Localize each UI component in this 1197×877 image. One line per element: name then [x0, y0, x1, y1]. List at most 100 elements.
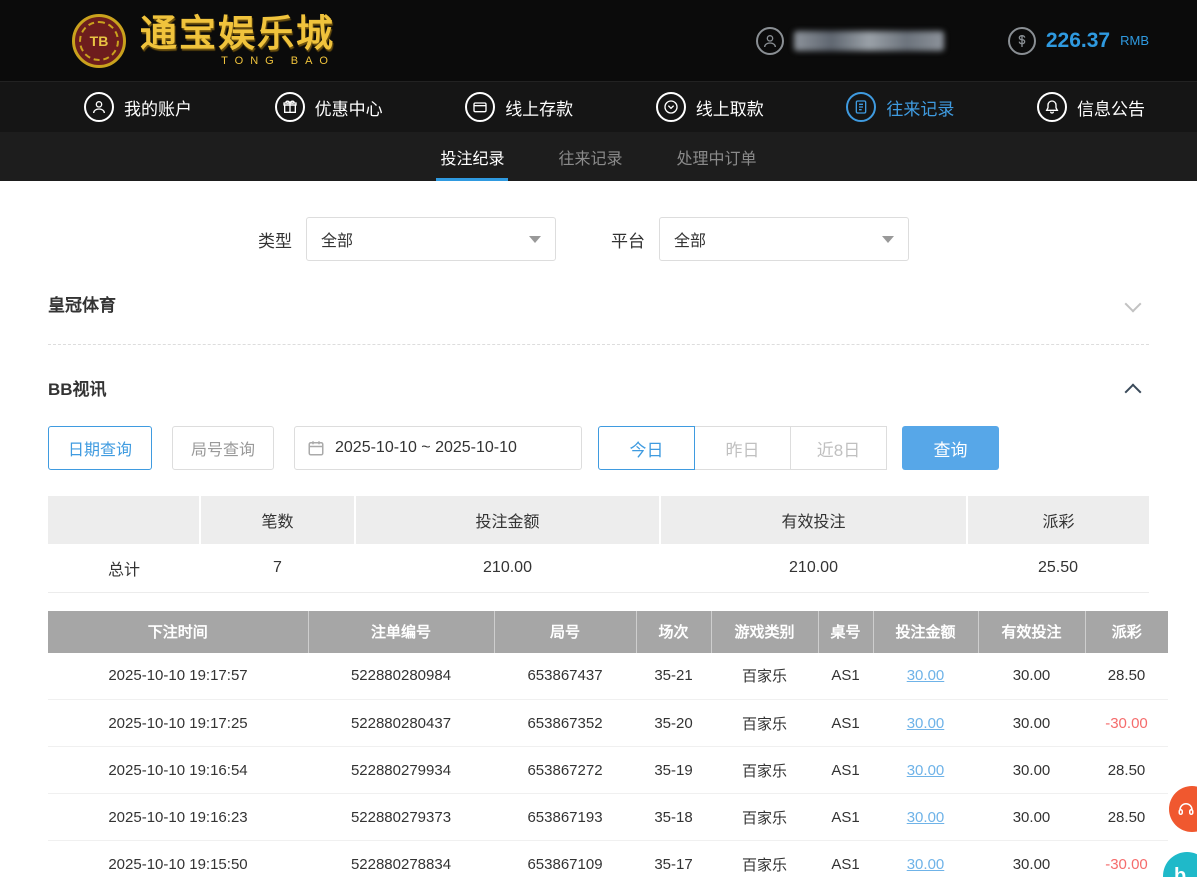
- search-button[interactable]: 查询: [902, 426, 999, 470]
- tab-betting-records[interactable]: 投注纪录: [436, 132, 509, 181]
- today-button[interactable]: 今日: [598, 426, 695, 470]
- section-crown-sports[interactable]: 皇冠体育: [48, 261, 1149, 345]
- table-cell: 2025-10-10 19:16:54: [48, 746, 308, 794]
- bet-amount-link[interactable]: 30.00: [907, 762, 945, 779]
- calendar-icon: [308, 441, 324, 456]
- total-valid-bet: 210.00: [660, 544, 967, 593]
- section-title: 皇冠体育: [48, 296, 116, 315]
- table-row: 2025-10-10 19:17:25 522880280437 653867352…: [48, 699, 1168, 747]
- table-cell: 30.00: [978, 746, 1085, 794]
- yesterday-button[interactable]: 昨日: [694, 426, 791, 470]
- chevron-down-icon: [882, 235, 894, 243]
- summary-table: 笔数 投注金额 有效投注 派彩 总计 7 210.00 210.00 25.50: [48, 496, 1149, 593]
- main-content: 类型 全部 平台 全部 皇冠体育 BB视讯 日期查询 局号查询 2025-10-…: [0, 217, 1197, 877]
- summary-header-row: 笔数 投注金额 有效投注 派彩: [48, 496, 1149, 544]
- platform-select-value: 全部: [674, 233, 707, 250]
- table-cell: 28.50: [1085, 652, 1168, 700]
- date-query-button[interactable]: 日期查询: [48, 426, 152, 470]
- type-select[interactable]: 全部: [306, 217, 556, 261]
- table-row: 2025-10-10 19:16:54 522880279934 653867272…: [48, 746, 1168, 794]
- table-cell: 2025-10-10 19:16:23: [48, 793, 308, 841]
- tab-processing-orders[interactable]: 处理中订单: [673, 132, 761, 181]
- column-header: 笔数: [200, 496, 356, 544]
- topbar-right: 226.37 RMB: [755, 26, 1149, 55]
- bet-amount-cell[interactable]: 30.00: [873, 840, 978, 877]
- balance-block[interactable]: 226.37 RMB: [1007, 26, 1149, 55]
- nav-item-announcements[interactable]: 信息公告: [1036, 92, 1145, 122]
- tab-transaction-records[interactable]: 往来记录: [554, 132, 626, 181]
- table-cell: 653867437: [494, 652, 636, 700]
- table-cell: 522880279934: [308, 746, 494, 794]
- date-range-input[interactable]: 2025-10-10 ~ 2025-10-10: [294, 426, 582, 470]
- bet-amount-cell[interactable]: 30.00: [873, 746, 978, 794]
- type-label: 类型: [258, 231, 292, 251]
- chip-label: TB: [89, 32, 109, 49]
- date-range-value: 2025-10-10 ~ 2025-10-10: [335, 439, 517, 456]
- nav-item-account[interactable]: 我的账户: [84, 92, 192, 122]
- total-count: 7: [200, 544, 355, 593]
- chevron-up-icon[interactable]: [1124, 383, 1142, 400]
- table-cell: 30.00: [978, 652, 1085, 700]
- round-query-button[interactable]: 局号查询: [172, 426, 274, 470]
- bet-amount-link[interactable]: 30.00: [907, 856, 945, 873]
- user-block[interactable]: [755, 26, 944, 55]
- chevron-down-icon[interactable]: [1124, 295, 1142, 312]
- table-cell: AS1: [818, 840, 873, 877]
- platform-select[interactable]: 全部: [659, 217, 909, 261]
- table-cell: 2025-10-10 19:17:57: [48, 652, 308, 700]
- column-header: 局号: [494, 610, 637, 653]
- column-header: 派彩: [1085, 610, 1168, 653]
- nav-item-deposit[interactable]: 线上存款: [465, 92, 573, 122]
- topbar: TB 通宝娱乐城 TONG BAO 226.37 RMB: [0, 0, 1197, 81]
- bet-amount-cell[interactable]: 30.00: [873, 699, 978, 747]
- table-cell: 35-20: [636, 699, 711, 747]
- gift-icon: [274, 92, 305, 122]
- column-header: 投注金额: [873, 610, 979, 653]
- quick-date-group: 今日 昨日 近8日: [598, 426, 887, 470]
- nav-item-records[interactable]: 往来记录: [846, 92, 954, 122]
- last-8-days-button[interactable]: 近8日: [790, 426, 887, 470]
- total-bet-amount: 210.00: [355, 544, 660, 593]
- bet-amount-link[interactable]: 30.00: [907, 715, 945, 732]
- nav-item-label: 线上取款: [695, 99, 764, 119]
- nav-item-promotions[interactable]: 优惠中心: [274, 92, 383, 122]
- bet-amount-cell[interactable]: 30.00: [873, 652, 978, 700]
- table-cell: 522880278834: [308, 840, 494, 877]
- chevron-down-icon: [529, 235, 541, 243]
- table-cell: 35-18: [636, 793, 711, 841]
- column-header: 有效投注: [660, 496, 968, 544]
- nav-item-label: 我的账户: [124, 99, 192, 119]
- table-cell: 百家乐: [711, 840, 818, 877]
- table-cell: 30.00: [978, 793, 1085, 841]
- table-cell: 522880280984: [308, 652, 494, 700]
- username-text-blurred: [793, 30, 944, 51]
- nav-item-label: 信息公告: [1076, 99, 1145, 119]
- column-header: 有效投注: [978, 610, 1086, 653]
- table-cell: AS1: [818, 652, 873, 700]
- section-bb-video[interactable]: BB视讯: [48, 345, 1149, 422]
- site-subtitle: TONG BAO: [221, 54, 335, 67]
- table-cell: AS1: [818, 699, 873, 747]
- total-label: 总计: [48, 544, 200, 593]
- table-cell: 35-21: [636, 652, 711, 700]
- bet-amount-cell[interactable]: 30.00: [873, 793, 978, 841]
- bet-amount-link[interactable]: 30.00: [907, 667, 945, 684]
- column-header: 下注时间: [48, 610, 309, 653]
- table-cell: 百家乐: [711, 793, 818, 841]
- casino-chip-icon: TB: [72, 13, 126, 68]
- query-controls: 日期查询 局号查询 2025-10-10 ~ 2025-10-10 今日 昨日 …: [48, 426, 1149, 470]
- bet-amount-link[interactable]: 30.00: [907, 809, 945, 826]
- account-icon: [84, 92, 114, 122]
- table-cell: 百家乐: [711, 652, 818, 700]
- bet-records-table: 下注时间 注单编号 局号 场次 游戏类别 桌号 投注金额 有效投注 派彩 2025-10-10 …: [48, 610, 1168, 877]
- column-header: 桌号: [818, 610, 874, 653]
- headset-icon: [1178, 803, 1194, 815]
- nav-item-withdraw[interactable]: 线上取款: [655, 92, 764, 122]
- tab-bar: 投注纪录 往来记录 处理中订单: [0, 132, 1197, 181]
- table-cell: 653867272: [494, 746, 636, 794]
- site-logo[interactable]: TB 通宝娱乐城 TONG BAO: [72, 13, 335, 68]
- nav-item-label: 往来记录: [886, 99, 955, 119]
- logo-text: 通宝娱乐城 TONG BAO: [140, 15, 335, 67]
- main-nav: 我的账户 优惠中心 线上存款 线上取款 往来记录 信息公告: [0, 81, 1197, 132]
- summary-total-row: 总计 7 210.00 210.00 25.50: [48, 544, 1149, 593]
